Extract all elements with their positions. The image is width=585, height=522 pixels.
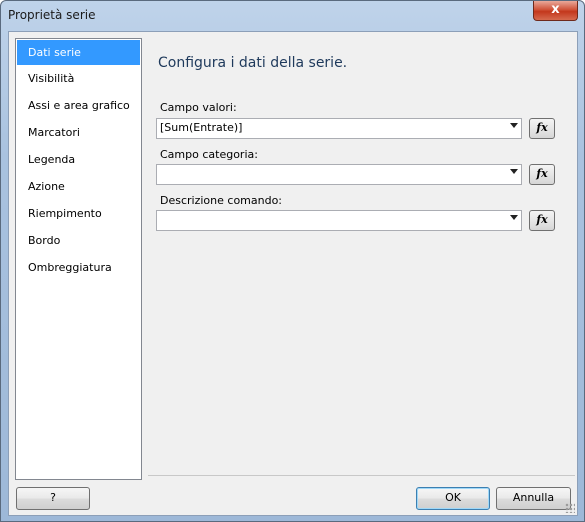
chevron-down-icon[interactable] <box>510 169 518 174</box>
sidebar-item-ombreggiatura[interactable]: Ombreggiatura <box>16 254 141 281</box>
sidebar: Dati serie Visibilità Assi e area grafic… <box>15 38 142 480</box>
campo-valori-value: [Sum(Entrate)] <box>160 121 243 134</box>
sidebar-item-legenda[interactable]: Legenda <box>16 146 141 173</box>
sidebar-item-dati-serie[interactable]: Dati serie <box>17 40 140 65</box>
fx-icon: fx <box>536 167 548 180</box>
sidebar-item-assi-area-grafico[interactable]: Assi e area grafico <box>16 92 141 119</box>
resize-grip-icon[interactable] <box>565 503 575 513</box>
campo-valori-combo[interactable]: [Sum(Entrate)] <box>156 118 522 139</box>
close-button[interactable]: x <box>533 1 578 21</box>
sidebar-item-visibilita[interactable]: Visibilità <box>16 65 141 92</box>
campo-categoria-combo[interactable] <box>156 164 522 185</box>
sidebar-item-marcatori[interactable]: Marcatori <box>16 119 141 146</box>
descrizione-comando-expression-button[interactable]: fx <box>529 210 555 231</box>
sidebar-item-bordo[interactable]: Bordo <box>16 227 141 254</box>
page-title: Configura i dati della serie. <box>158 55 348 71</box>
fx-icon: fx <box>536 213 548 226</box>
campo-valori-expression-button[interactable]: fx <box>529 118 555 139</box>
campo-categoria-expression-button[interactable]: fx <box>529 164 555 185</box>
sidebar-item-azione[interactable]: Azione <box>16 173 141 200</box>
campo-valori-label: Campo valori: <box>160 101 237 114</box>
chevron-down-icon[interactable] <box>510 123 518 128</box>
dialog-window: Proprietà serie x Dati serie Visibilità … <box>0 0 585 522</box>
title-bar[interactable]: Proprietà serie x <box>1 1 584 31</box>
dialog-body: Dati serie Visibilità Assi e area grafic… <box>8 31 578 516</box>
descrizione-comando-combo[interactable] <box>156 210 522 231</box>
help-button[interactable]: ? <box>16 487 90 510</box>
ok-button[interactable]: OK <box>416 487 490 510</box>
descrizione-comando-label: Descrizione comando: <box>160 194 283 207</box>
close-icon: x <box>551 2 560 17</box>
cancel-button[interactable]: Annulla <box>496 487 571 510</box>
chevron-down-icon[interactable] <box>510 215 518 220</box>
campo-categoria-label: Campo categoria: <box>160 148 258 161</box>
footer-separator <box>148 475 575 476</box>
sidebar-item-riempimento[interactable]: Riempimento <box>16 200 141 227</box>
fx-icon: fx <box>536 121 548 134</box>
window-title: Proprietà serie <box>8 8 96 22</box>
